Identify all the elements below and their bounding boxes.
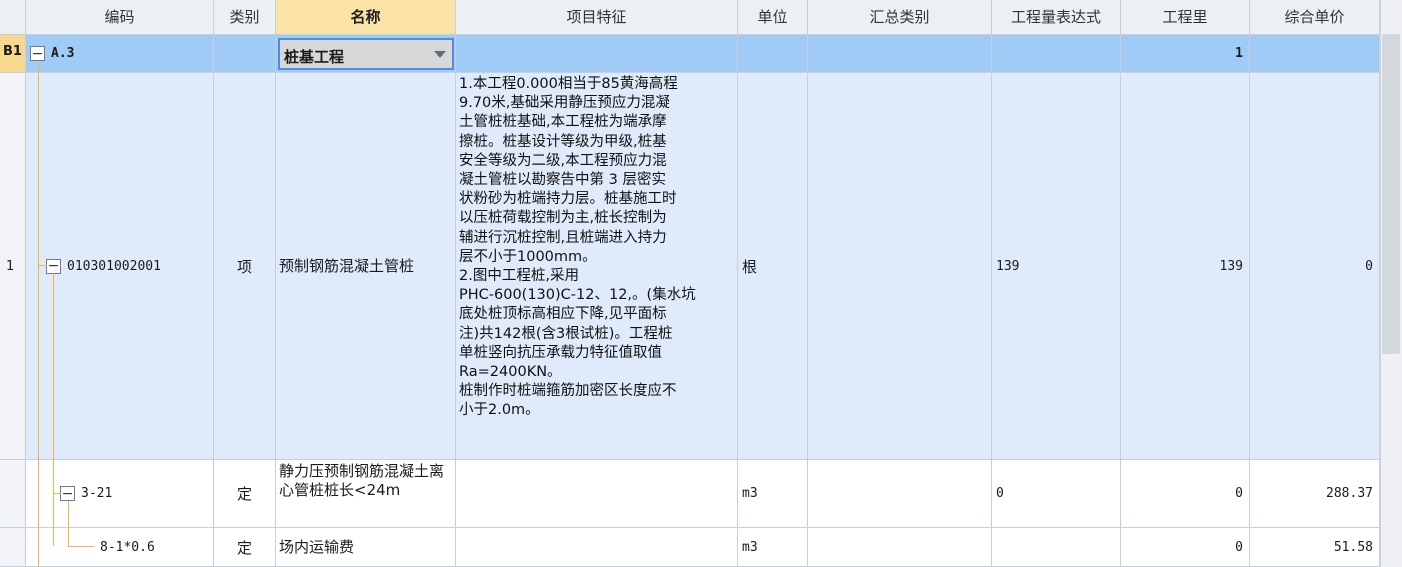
tree-line-level1 — [38, 63, 39, 567]
tree-line-level3 — [68, 501, 69, 546]
collapse-section-icon[interactable]: − — [30, 46, 45, 61]
sub1-name[interactable]: 静力压预制钢筋混凝土离心管桩桩长<24m — [276, 460, 456, 528]
row-number-section[interactable]: B1 — [0, 35, 26, 73]
sub2-expression-cell[interactable] — [992, 528, 1121, 567]
item-feature[interactable]: 1.本工程0.000相当于85黄海高程 9.70米,基础采用静压预应力混凝 土管… — [456, 73, 738, 460]
item-expression[interactable]: 139 — [992, 73, 1121, 460]
section-unit-cell[interactable] — [738, 35, 808, 73]
sub2-feature-cell[interactable] — [456, 528, 738, 567]
item-quantity[interactable]: 139 — [1121, 73, 1250, 460]
sub1-feature-cell[interactable] — [456, 460, 738, 528]
row-number-sub2[interactable] — [0, 528, 26, 567]
sub1-summary-cell[interactable] — [808, 460, 992, 528]
sub1-quantity[interactable]: 0 — [1121, 460, 1250, 528]
sub1-type[interactable]: 定 — [214, 460, 276, 528]
section-feature-cell[interactable] — [456, 35, 738, 73]
corner-header — [0, 0, 26, 35]
section-name-dropdown[interactable]: 桩基工程 — [278, 38, 454, 70]
sub1-expression[interactable]: 0 — [992, 460, 1121, 528]
row-number-item[interactable]: 1 — [0, 73, 26, 460]
sub1-code: 3-21 — [81, 486, 113, 501]
sub2-type[interactable]: 定 — [214, 528, 276, 567]
section-expression-cell[interactable] — [992, 35, 1121, 73]
tree-branch-sub2 — [68, 546, 94, 547]
col-header-unit-price[interactable]: 综合单价 — [1250, 0, 1380, 35]
item-type[interactable]: 项 — [214, 73, 276, 460]
col-header-quantity[interactable]: 工程里 — [1121, 0, 1250, 35]
sub1-unit-price[interactable]: 288.37 — [1250, 460, 1380, 528]
col-header-feature[interactable]: 项目特征 — [456, 0, 738, 35]
col-header-expression[interactable]: 工程量表达式 — [992, 0, 1121, 35]
col-header-name[interactable]: 名称 — [276, 0, 456, 35]
sub2-code-cell[interactable]: 8-1*0.6 — [26, 528, 214, 567]
triangle-down-icon[interactable] — [434, 51, 446, 58]
tree-branch-sub1 — [53, 493, 61, 494]
item-name[interactable]: 预制钢筋混凝土管桩 — [276, 73, 456, 460]
section-quantity[interactable]: 1 — [1121, 35, 1250, 73]
tree-branch-item — [38, 265, 47, 266]
section-code: A.3 — [51, 46, 75, 61]
col-header-unit[interactable]: 单位 — [738, 0, 808, 35]
bill-grid: 编码 类别 名称 项目特征 单位 汇总类别 工程量表达式 工程里 综合单价 B1… — [0, 0, 1380, 567]
sub1-code-cell[interactable]: − 3-21 — [26, 460, 214, 528]
section-code-cell[interactable]: − A.3 — [26, 35, 214, 73]
item-unit[interactable]: 根 — [738, 73, 808, 460]
col-header-summary-type[interactable]: 汇总类别 — [808, 0, 992, 35]
item-code: 010301002001 — [67, 258, 161, 274]
item-summary-cell[interactable] — [808, 73, 992, 460]
scrollbar-thumb[interactable] — [1382, 34, 1400, 354]
section-name: 桩基工程 — [284, 48, 345, 66]
sub2-name[interactable]: 场内运输费 — [276, 528, 456, 567]
sub2-unit[interactable]: m3 — [738, 528, 808, 567]
collapse-item-icon[interactable]: − — [46, 258, 61, 274]
section-summary-cell[interactable] — [808, 35, 992, 73]
section-type-cell[interactable] — [214, 35, 276, 73]
collapse-sub1-icon[interactable]: − — [60, 486, 75, 501]
row-number-sub1[interactable] — [0, 460, 26, 528]
col-header-code[interactable]: 编码 — [26, 0, 214, 35]
item-code-cell[interactable]: − 010301002001 — [26, 73, 214, 460]
section-price-cell[interactable] — [1250, 35, 1380, 73]
item-unit-price[interactable]: 0 — [1250, 73, 1380, 460]
row-number-label: 1 — [6, 258, 15, 274]
col-header-type[interactable]: 类别 — [214, 0, 276, 35]
sub2-code: 8-1*0.6 — [100, 539, 155, 555]
sub2-summary-cell[interactable] — [808, 528, 992, 567]
sub2-unit-price[interactable]: 51.58 — [1250, 528, 1380, 567]
tree-line-level2 — [53, 273, 54, 546]
sub1-unit[interactable]: m3 — [738, 460, 808, 528]
sub2-quantity[interactable]: 0 — [1121, 528, 1250, 567]
